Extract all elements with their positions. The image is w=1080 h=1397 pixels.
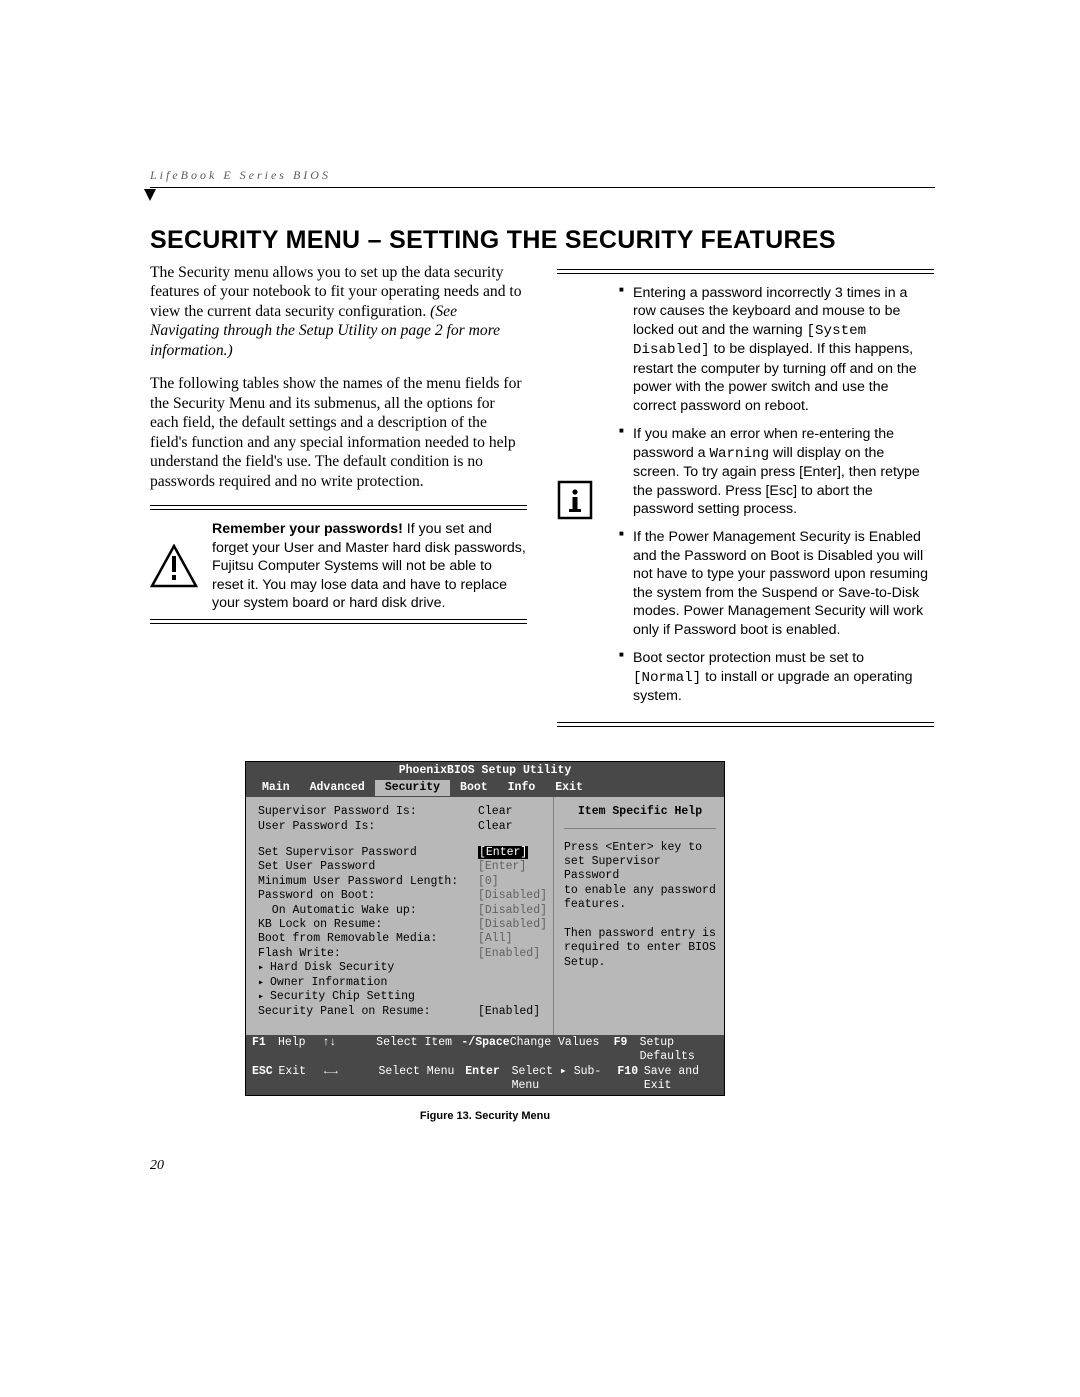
bios-tab-exit: Exit [545,780,593,796]
bios-tab-boot: Boot [450,780,498,796]
bios-field: Set Supervisor Password[Enter] [258,846,547,860]
intro-paragraph-1: The Security menu allows you to set up t… [150,263,527,360]
warning-note: Remember your passwords! If you set and … [212,520,527,612]
warning-icon [150,520,198,612]
info-icon [557,480,605,520]
bios-help-pane: Item Specific Help Press <Enter> key tos… [554,797,724,1035]
bios-field: Password on Boot:[Disabled] [258,889,547,903]
page-number: 20 [150,1158,164,1174]
divider [150,619,527,624]
bios-field: Security Panel on Resume:[Enabled] [258,1005,547,1019]
bios-key-legend: F1Help↑↓Select Item-/SpaceChange ValuesF… [246,1035,724,1096]
bios-title: PhoenixBIOS Setup Utility [246,762,724,780]
bios-field: Hard Disk Security [258,961,547,976]
bios-field: Owner Information [258,976,547,991]
intro-paragraph-2: The following tables show the names of t… [150,374,527,491]
divider [150,505,527,510]
bios-tabbar: MainAdvancedSecurityBootInfoExit [246,780,724,797]
bios-tab-advanced: Advanced [300,780,375,796]
right-column: Entering a password incorrectly 3 times … [557,263,934,737]
section-heading: SECURITY MENU – SETTING THE SECURITY FEA… [150,226,935,255]
bios-field: Boot from Removable Media:[All] [258,932,547,946]
bios-field: User Password Is:Clear [258,820,547,834]
figure-caption: Figure 13. Security Menu [245,1110,725,1122]
divider [557,722,934,727]
bios-field: Flash Write:[Enabled] [258,947,547,961]
divider [557,269,934,274]
bios-field: Security Chip Setting [258,990,547,1005]
bios-field: Minimum User Password Length:[0] [258,875,547,889]
bios-field: On Automatic Wake up:[Disabled] [258,904,547,918]
bios-field: Supervisor Password Is:Clear [258,805,547,819]
left-column: The Security menu allows you to set up t… [150,263,527,737]
bios-tab-main: Main [252,780,300,796]
bios-field: KB Lock on Resume:[Disabled] [258,918,547,932]
running-header: LifeBook E Series BIOS [150,168,935,188]
bios-tab-security: Security [375,780,450,796]
bios-field: Set User Password[Enter] [258,860,547,874]
bios-screenshot: PhoenixBIOS Setup Utility MainAdvancedSe… [245,761,725,1097]
bios-fields: Supervisor Password Is:ClearUser Passwor… [246,797,554,1035]
info-note-list: Entering a password incorrectly 3 times … [619,284,934,716]
bios-tab-info: Info [498,780,546,796]
